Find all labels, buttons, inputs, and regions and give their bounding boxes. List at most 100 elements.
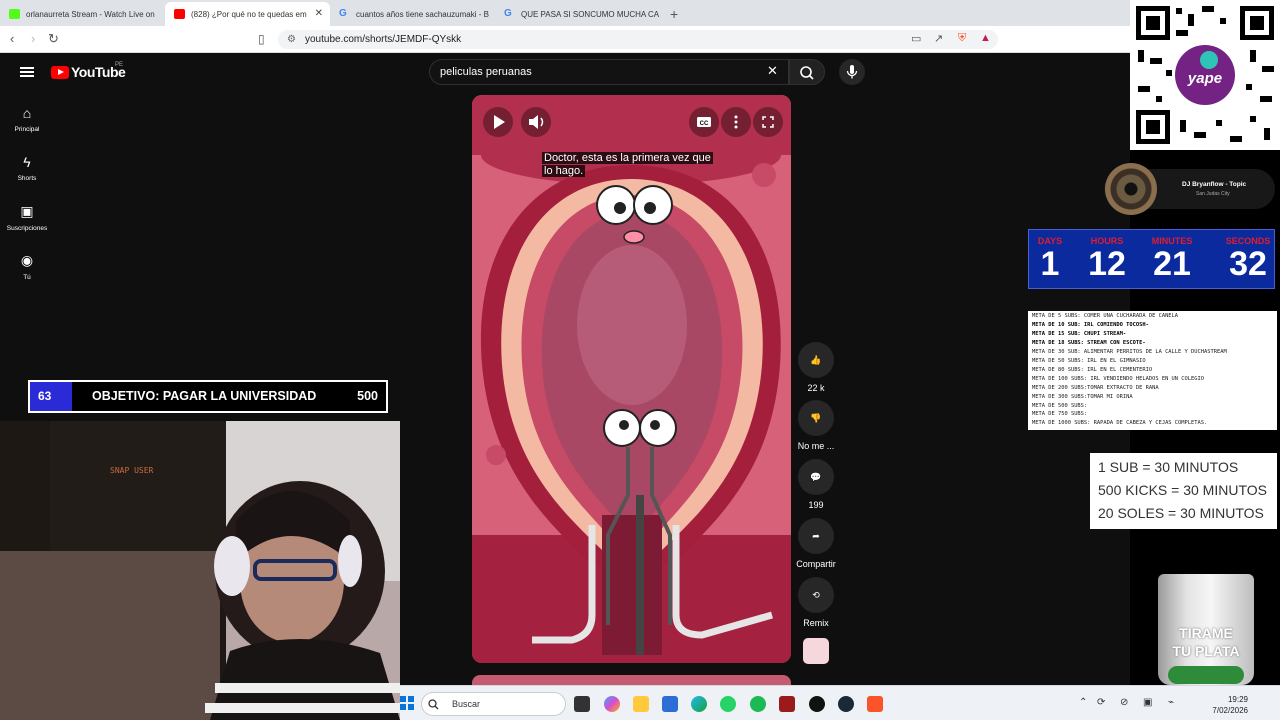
tab-youtube[interactable]: (828) ¿Por qué no te quedas em ✕ xyxy=(165,2,330,26)
forward-icon[interactable]: › xyxy=(31,31,35,46)
close-tab-icon[interactable]: ✕ xyxy=(315,8,323,19)
tray-app-icon[interactable]: ▣ xyxy=(1143,697,1152,708)
meta-item: META DE 30 SUB: ALIMENTAR PERRITOS DE LA… xyxy=(1032,348,1227,355)
tab-title: QUE PASA SI SONCUMO MUCHA CA xyxy=(521,9,660,19)
sidebar-item-shorts[interactable]: ϟ Shorts xyxy=(0,154,54,182)
meta-item: META DE 80 SUBS: IRL EN EL CEMENTERIO xyxy=(1032,366,1153,373)
brave-shield-icon[interactable]: ⛨ xyxy=(958,32,966,45)
clock-date: 7/02/2026 xyxy=(1212,706,1248,715)
app-icon[interactable] xyxy=(779,696,795,712)
rate-line: 20 SOLES = 30 MINUTOS xyxy=(1098,505,1264,521)
subathon-rates: 1 SUB = 30 MINUTOS 500 KICKS = 30 MINUTO… xyxy=(1090,453,1277,529)
meta-item: META DE 100 SUBS: IRL VENDIENDO HELADOS … xyxy=(1032,375,1205,382)
task-view-icon[interactable] xyxy=(574,696,590,712)
meta-item: META DE 500 SUBS: xyxy=(1032,402,1088,409)
brave-icon[interactable] xyxy=(867,696,883,712)
timer-value: 21 xyxy=(1153,245,1191,283)
search-input[interactable]: peliculas peruanas xyxy=(429,59,789,85)
sidebar-item-label: Shorts xyxy=(17,175,37,182)
reload-icon[interactable]: ↻ xyxy=(48,31,59,47)
cam-sign-text: SNAP USER xyxy=(110,466,154,475)
rate-line: 500 KICKS = 30 MINUTOS xyxy=(1098,482,1267,498)
dislike-label: No me ... xyxy=(797,441,835,451)
url-field[interactable]: ⚙ youtube.com/shorts/JEMDF-QYskk xyxy=(278,30,998,49)
back-icon[interactable]: ‹ xyxy=(10,31,14,46)
kick-favicon-icon xyxy=(9,9,20,19)
steam-icon[interactable] xyxy=(838,696,854,712)
home-icon: ⌂ xyxy=(22,105,32,121)
taskbar-search[interactable]: Buscar xyxy=(421,692,566,716)
meta-item: META DE 750 SUBS: xyxy=(1032,411,1088,418)
tab-title: (828) ¿Por qué no te quedas em xyxy=(191,9,307,19)
thumbs-down-icon: 👎 xyxy=(798,400,834,436)
network-icon[interactable]: ⌁ xyxy=(1168,697,1174,708)
timer-value: 32 xyxy=(1229,245,1267,283)
whatsapp-icon[interactable] xyxy=(720,696,736,712)
tip-jar: TIRAME TU PLATA xyxy=(1158,574,1254,685)
album-art xyxy=(1105,163,1157,215)
system-clock[interactable]: 19:29 7/02/2026 xyxy=(1212,694,1248,716)
site-info-icon[interactable]: ⚙ xyxy=(287,30,296,49)
captions-button[interactable]: CC xyxy=(689,107,719,137)
tray-app-icon[interactable]: ⊘ xyxy=(1120,697,1128,708)
meta-item: META DE 50 SUBS: IRL EN EL GIMNASIO xyxy=(1032,357,1146,364)
timer-days: DAYS 1 xyxy=(1021,230,1079,282)
tab-title: orlanaurreta Stream - Watch Live on xyxy=(26,9,155,19)
webcam-image xyxy=(0,421,400,720)
share-icon[interactable]: ↗ xyxy=(934,32,943,45)
search-icon xyxy=(800,66,814,80)
microphone-icon xyxy=(846,65,858,79)
windows-start-icon[interactable] xyxy=(400,696,414,710)
windows-taskbar: Buscar ⌃ ⟳ ⊘ ▣ ⌁ 19:29 7/02/2026 xyxy=(400,685,1280,720)
meta-item: META DE 5 SUBS: COMER UNA CUCHARADA DE C… xyxy=(1032,313,1179,319)
edge-icon[interactable] xyxy=(691,696,707,712)
like-button[interactable]: 👍 22 k xyxy=(796,342,836,393)
shorts-icon: ϟ xyxy=(23,154,31,170)
copilot-icon[interactable] xyxy=(604,696,620,712)
cast-icon[interactable]: ▭ xyxy=(911,32,921,45)
caption-text: Doctor, esta es la primera vez que lo ha… xyxy=(542,152,713,177)
obs-icon[interactable] xyxy=(809,696,825,712)
more-vert-icon xyxy=(734,115,738,129)
subathon-timer: DAYS 1 HOURS 12 MINUTES 21 SECONDS 32 xyxy=(1028,229,1275,289)
bookmark-icon[interactable]: ▯ xyxy=(258,32,265,46)
clear-search-icon[interactable]: ✕ xyxy=(767,63,778,79)
file-explorer-icon[interactable] xyxy=(633,696,649,712)
tab-search-2[interactable]: G QUE PASA SI SONCUMO MUCHA CA xyxy=(495,2,660,26)
voice-search-button[interactable] xyxy=(839,59,865,85)
search-button[interactable] xyxy=(789,59,825,85)
sidebar-item-subscriptions[interactable]: ▣ Suscripciones xyxy=(0,203,54,232)
stream-screen: orlanaurreta Stream - Watch Live on (828… xyxy=(0,0,1280,720)
fullscreen-button[interactable] xyxy=(753,107,783,137)
sidebar-item-label: Tú xyxy=(23,274,31,281)
youtube-logo-icon[interactable] xyxy=(51,66,69,79)
you-icon: ◉ xyxy=(20,252,34,268)
youtube-favicon-icon xyxy=(174,9,185,19)
share-button[interactable]: ➦ Compartir xyxy=(790,518,842,569)
audio-thumbnail[interactable] xyxy=(803,638,829,664)
timer-hours: HOURS 12 xyxy=(1078,230,1136,282)
remix-button[interactable]: ⟲ Remix xyxy=(796,577,836,628)
store-icon[interactable] xyxy=(662,696,678,712)
sidebar-item-home[interactable]: ⌂ Principal xyxy=(0,105,54,133)
dislike-button[interactable]: 👎 No me ... xyxy=(796,400,836,451)
svg-text:CC: CC xyxy=(700,121,709,127)
next-short-preview[interactable] xyxy=(472,675,791,685)
sidebar-item-label: Suscripciones xyxy=(6,225,48,232)
more-options-button[interactable] xyxy=(721,107,751,137)
meta-item: META DE 1000 SUBS: RAPADA DE CABEZA Y CE… xyxy=(1032,420,1208,427)
tab-search-1[interactable]: G cuantos años tiene sachauzumaki - B xyxy=(330,2,495,26)
play-button[interactable] xyxy=(483,107,513,137)
sidebar-item-you[interactable]: ◉ Tú xyxy=(0,252,54,281)
new-tab-button[interactable]: + xyxy=(660,6,688,26)
volume-button[interactable] xyxy=(521,107,551,137)
menu-icon[interactable] xyxy=(20,67,34,77)
tab-kick[interactable]: orlanaurreta Stream - Watch Live on xyxy=(0,2,165,26)
show-hidden-icons[interactable]: ⌃ xyxy=(1079,697,1087,708)
spotify-icon[interactable] xyxy=(750,696,766,712)
tray-app-icon[interactable]: ⟳ xyxy=(1097,697,1105,708)
shorts-video-player[interactable]: CC Doctor, esta es la primera vez que lo… xyxy=(472,95,791,663)
remix-icon: ⟲ xyxy=(798,577,834,613)
rewards-icon[interactable]: ▲ xyxy=(980,32,991,44)
comments-button[interactable]: 💬 199 xyxy=(796,459,836,510)
